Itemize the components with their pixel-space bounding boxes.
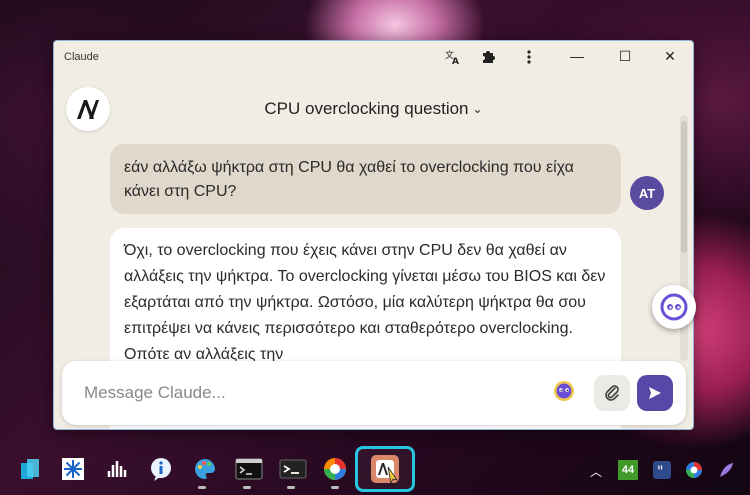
mood-face-icon[interactable]	[552, 379, 576, 403]
network-snowflake-icon[interactable]	[58, 454, 88, 484]
user-avatar[interactable]: AT	[630, 176, 664, 210]
chevron-up-icon[interactable]: ︿	[590, 463, 602, 480]
title-bar[interactable]: Claude 文A — ☐ ✕	[54, 41, 693, 73]
feather-icon[interactable]	[716, 460, 736, 480]
claude-app-icon[interactable]	[355, 446, 415, 492]
claude-window: Claude 文A — ☐ ✕ CPU overclocking questio…	[53, 40, 694, 430]
conversation-title: CPU overclocking question	[264, 99, 469, 118]
maximize-button[interactable]: ☐	[602, 41, 648, 71]
more-vertical-icon[interactable]	[518, 47, 540, 67]
running-indicator	[331, 486, 339, 489]
svg-text:A: A	[452, 57, 459, 65]
user-message-text: εάν αλλάξω ψήκτρα στη CPU θα χαθεί το ov…	[124, 159, 574, 200]
browser-swirl-icon[interactable]	[320, 454, 350, 484]
svg-text:": "	[657, 464, 663, 480]
send-button[interactable]	[637, 375, 673, 411]
taskbar: ︿ 44 "	[0, 446, 750, 495]
attach-file-button[interactable]	[594, 375, 630, 411]
assistant-message-text: Όχι, το overclocking που έχεις κάνει στη…	[124, 242, 606, 363]
floating-assistant-button[interactable]	[652, 285, 696, 329]
color-swirl-icon[interactable]	[684, 460, 704, 480]
app-title: Claude	[64, 51, 99, 63]
puzzle-extension-icon[interactable]	[478, 47, 500, 67]
close-button[interactable]: ✕	[647, 41, 693, 71]
audio-bars-icon[interactable]	[102, 454, 132, 484]
tray-badge[interactable]: 44	[618, 460, 638, 480]
info-icon[interactable]	[146, 454, 176, 484]
terminal-window-icon[interactable]	[234, 454, 264, 484]
running-indicator	[243, 486, 251, 489]
send-arrow-icon	[649, 387, 661, 399]
stacked-app-icon[interactable]	[15, 454, 45, 484]
message-composer[interactable]: Message Claude...	[62, 361, 686, 425]
running-indicator	[287, 486, 295, 489]
paperclip-icon	[605, 385, 619, 401]
chevron-down-icon: ⌄	[472, 102, 483, 116]
scrollbar-thumb[interactable]	[681, 121, 687, 253]
running-indicator	[198, 486, 206, 489]
conversation-title-dropdown[interactable]: CPU overclocking question ⌄	[54, 99, 693, 119]
quote-icon[interactable]: "	[652, 460, 672, 480]
assistant-face-icon	[660, 293, 688, 321]
paint-palette-icon[interactable]	[190, 454, 220, 484]
command-prompt-icon[interactable]	[278, 454, 308, 484]
minimize-button[interactable]: —	[554, 41, 600, 71]
translate-icon[interactable]: 文A	[442, 47, 464, 67]
user-message-bubble: εάν αλλάξω ψήκτρα στη CPU θα χαθεί το ov…	[110, 144, 621, 214]
message-input[interactable]: Message Claude...	[84, 383, 226, 403]
